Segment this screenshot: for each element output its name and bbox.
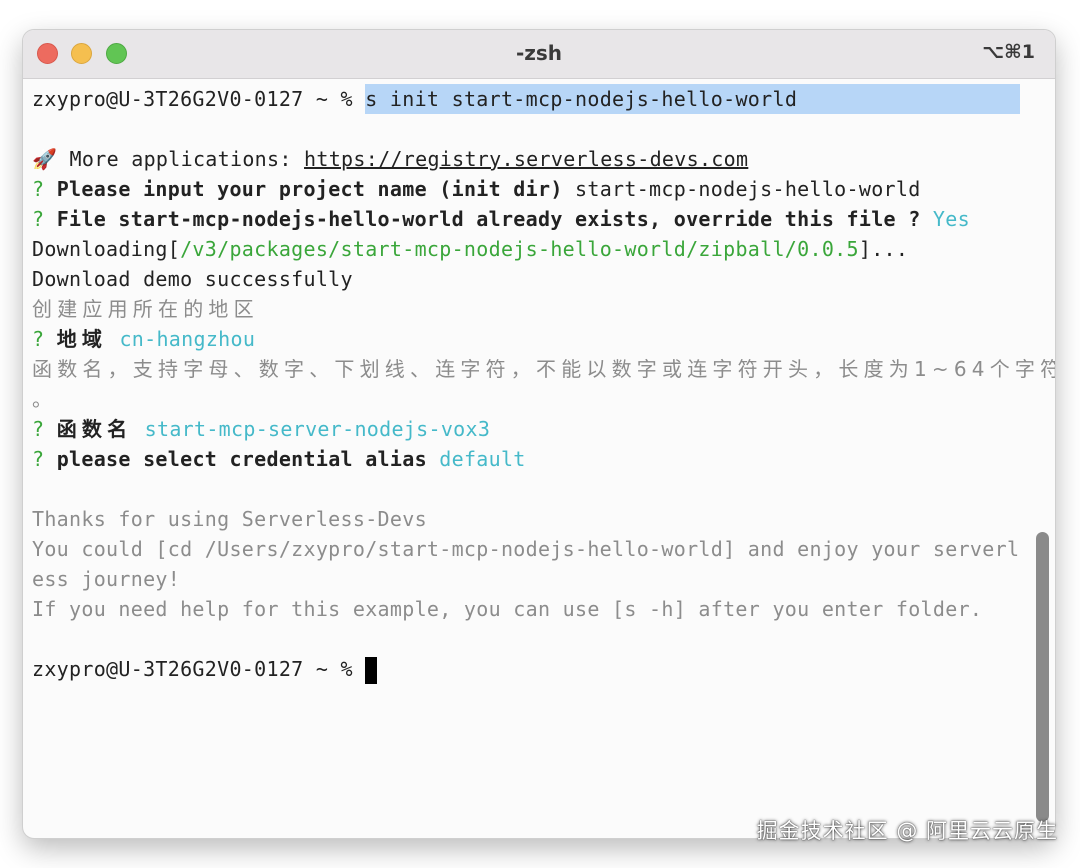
download-path: /v3/packages/start-mcp-nodejs-hello-worl…: [180, 237, 859, 261]
registry-link[interactable]: https://registry.serverless-devs.com: [304, 147, 748, 171]
more-apps-line: 🚀 More applications: https://registry.se…: [32, 144, 1032, 174]
function-name-question: ? 函数名 start-mcp-server-nodejs-vox3: [32, 414, 1032, 444]
rocket-icon: 🚀: [32, 147, 58, 171]
selected-command[interactable]: s init start-mcp-nodejs-hello-world: [365, 84, 1021, 114]
region-hint: 创建应用所在的地区: [32, 297, 259, 321]
question-mark: ?: [32, 327, 57, 351]
terminal-output[interactable]: zxypro@U-3T26G2V0-0127 ~ % s init start-…: [32, 84, 1055, 684]
region-label: 地域: [56, 327, 108, 351]
watermark: 掘金技术社区 @ 阿里云云原生: [756, 819, 1058, 843]
command-line: zxypro@U-3T26G2V0-0127 ~ % s init start-…: [32, 84, 1032, 114]
function-name-value: start-mcp-server-nodejs-vox3: [144, 417, 491, 441]
download-line: Downloading[/v3/packages/start-mcp-nodej…: [32, 234, 1032, 264]
thanks-line: Thanks for using Serverless-Devs: [32, 507, 427, 531]
region-value: cn-hangzhou: [119, 327, 256, 351]
more-apps-label: More applications:: [57, 147, 305, 171]
project-name-question: ? Please input your project name (init d…: [32, 174, 1032, 204]
override-question: ? File start-mcp-nodejs-hello-world alre…: [32, 204, 1032, 234]
download-suffix: ]...: [858, 237, 909, 261]
region-question: ? 地域 cn-hangzhou: [32, 324, 1032, 354]
terminal-window: -zsh ⌥⌘1 zxypro@U-3T26G2V0-0127 ~ % s in…: [23, 30, 1055, 838]
next-steps-line-continued: ess journey!: [32, 567, 181, 591]
question-mark: ?: [32, 177, 57, 201]
window-title: -zsh: [515, 41, 563, 65]
download-prefix: Downloading[: [32, 237, 181, 261]
function-name-hint: 函数名，支持字母、数字、下划线、连字符，不能以数字或连字符开头，长度为1~64个…: [32, 357, 1055, 381]
function-name-hint-continued: 。: [32, 387, 58, 411]
download-success-line: Download demo successfully: [32, 267, 353, 291]
override-answer: Yes: [932, 207, 970, 231]
help-line: If you need help for this example, you c…: [32, 597, 983, 621]
title-bar[interactable]: -zsh ⌥⌘1: [23, 30, 1055, 79]
credential-question: ? please select credential alias default: [32, 444, 1032, 474]
next-steps-line: You could [cd /Users/zxypro/start-mcp-no…: [32, 537, 1020, 561]
shell-prompt: zxypro@U-3T26G2V0-0127 ~ %: [32, 87, 366, 111]
question-mark: ?: [32, 207, 57, 231]
override-label: File start-mcp-nodejs-hello-world alread…: [56, 207, 933, 231]
question-mark: ?: [32, 447, 57, 471]
final-prompt-line: zxypro@U-3T26G2V0-0127 ~ %: [32, 654, 1032, 684]
window-shortcut: ⌥⌘1: [982, 41, 1035, 63]
shell-prompt: zxypro@U-3T26G2V0-0127 ~ %: [32, 657, 366, 681]
credential-label: please select credential alias: [56, 447, 440, 471]
function-name-label: 函数名: [56, 417, 133, 441]
credential-value: default: [439, 447, 526, 471]
project-name-label: Please input your project name (init dir…: [56, 177, 576, 201]
vertical-scrollbar[interactable]: [1036, 532, 1049, 822]
text-cursor[interactable]: [365, 657, 378, 684]
project-name-answer: start-mcp-nodejs-hello-world: [575, 177, 921, 201]
question-mark: ?: [32, 417, 57, 441]
